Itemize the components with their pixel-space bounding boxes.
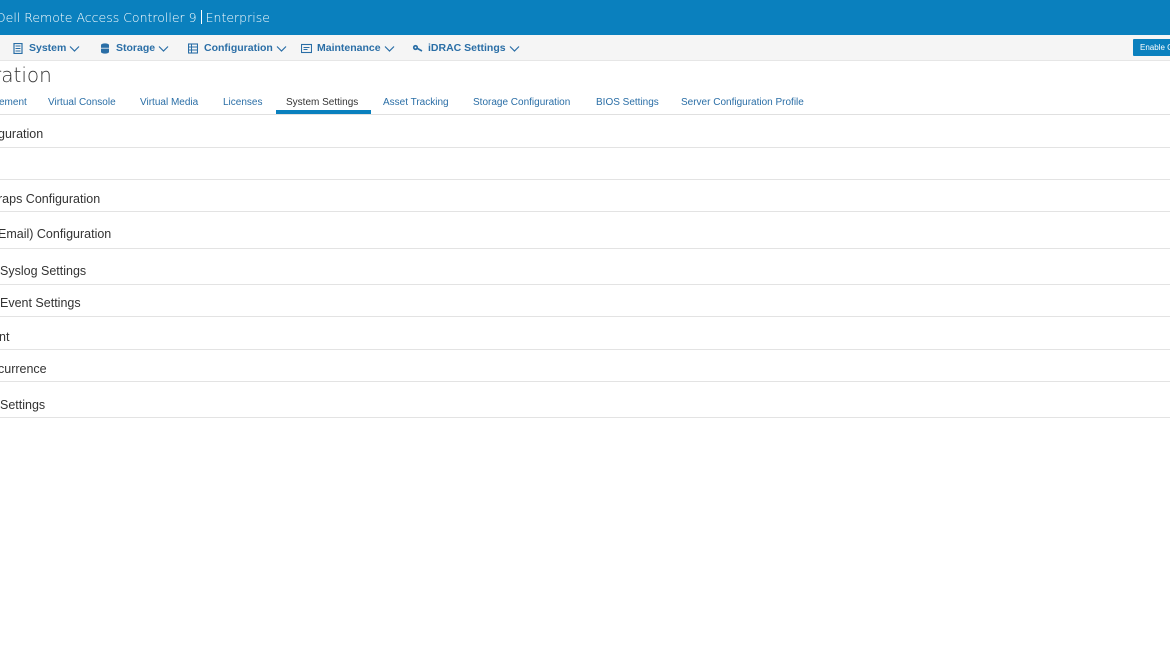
tab-asset-tracking[interactable]: Asset Tracking [383,97,449,108]
section-platform-event-settings[interactable]: Event Settings [0,285,1170,317]
chevron-down-icon [509,43,520,54]
nav-item-idrac-settings[interactable]: iDRAC Settings [412,35,520,61]
section-configuration[interactable]: guration [0,115,1170,148]
tab-system-settings[interactable]: System Settings [286,97,358,108]
section-settings[interactable]: Settings [0,382,1170,418]
section-label: raps Configuration [0,192,101,206]
section-label: currence [0,362,47,376]
nav-label-idrac-settings: iDRAC Settings [428,42,506,54]
main-navbar: System Storage Configuration Maintenance… [0,35,1170,61]
section-label: Event Settings [0,296,81,310]
app-title-text: Dell Remote Access Controller 9 [0,10,197,25]
page-title: ration [0,63,52,87]
maintenance-icon [301,43,312,54]
nav-item-storage[interactable]: Storage [100,35,169,61]
active-tab-indicator [276,110,371,114]
nav-label-maintenance: Maintenance [317,42,381,54]
section-remote-syslog-settings[interactable]: Syslog Settings [0,249,1170,285]
tab-management[interactable]: ement [0,97,27,108]
section-snmp-traps-configuration[interactable]: raps Configuration [0,180,1170,212]
tab-virtual-console[interactable]: Virtual Console [48,97,116,108]
nav-item-system[interactable]: System [13,35,80,61]
section-recurrence[interactable]: currence [0,350,1170,382]
chevron-down-icon [158,43,169,54]
tab-bios-settings[interactable]: BIOS Settings [596,97,659,108]
nav-label-storage: Storage [116,42,156,54]
tab-storage-configuration[interactable]: Storage Configuration [473,97,570,108]
tab-server-configuration-profile[interactable]: Server Configuration Profile [681,97,804,108]
edition-text: Enterprise [205,10,270,25]
nav-item-configuration[interactable]: Configuration [188,35,287,61]
section-blank[interactable] [0,148,1170,180]
section-label: nt [0,330,10,344]
title-separator [200,10,202,24]
chevron-down-icon [384,43,395,54]
database-icon [100,42,111,54]
chevron-down-icon [276,43,287,54]
section-label: Syslog Settings [0,264,87,278]
section-smtp-email-configuration[interactable]: Email) Configuration [0,212,1170,249]
section-label: guration [0,127,44,141]
tab-virtual-media[interactable]: Virtual Media [140,97,198,108]
nav-item-maintenance[interactable]: Maintenance [301,35,395,61]
top-header: Dell Remote Access Controller 9 Enterpris… [0,0,1170,35]
enable-button[interactable]: Enable G [1133,39,1170,56]
tab-bar: ement Virtual Console Virtual Media Lice… [0,93,1170,115]
section-management[interactable]: nt [0,317,1170,350]
app-title: Dell Remote Access Controller 9 Enterpris… [0,10,270,25]
tab-licenses[interactable]: Licenses [223,97,262,108]
key-icon [412,43,423,54]
nav-label-system: System [29,42,67,54]
configuration-icon [188,42,199,54]
section-label: Email) Configuration [0,227,112,241]
nav-label-configuration: Configuration [204,42,273,54]
section-label: Settings [0,398,46,412]
server-icon [13,42,24,54]
chevron-down-icon [69,43,80,54]
